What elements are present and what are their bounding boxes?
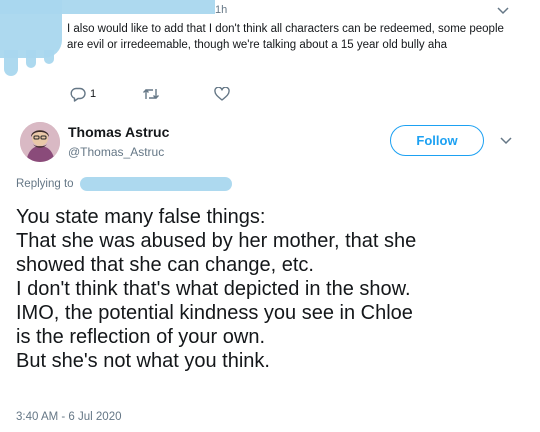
tweet-timestamp[interactable]: 3:40 AM - 6 Jul 2020 xyxy=(16,411,121,423)
author-handle[interactable]: @Thomas_Astruc xyxy=(68,145,164,159)
redaction-mark xyxy=(4,50,18,76)
retweet-button[interactable] xyxy=(142,87,160,101)
redaction-mark xyxy=(80,177,232,191)
tweet-line: But she's not what you think. xyxy=(16,350,270,372)
replying-to-label: Replying to xyxy=(16,178,74,190)
parent-tweet-text: I also would like to add that I don't th… xyxy=(67,23,504,51)
tweet-line: That she was abused by her mother, that … xyxy=(16,230,417,252)
chevron-down-icon[interactable] xyxy=(500,134,512,148)
redaction-mark xyxy=(44,50,54,64)
tweet-line: I don't think that's what depicted in th… xyxy=(16,278,411,300)
parent-tweet-time[interactable]: 1h xyxy=(215,4,227,16)
reply-icon xyxy=(70,87,86,102)
tweet-line: IMO, the potential kindness you see in C… xyxy=(16,302,413,324)
redaction-mark xyxy=(26,50,36,68)
follow-button[interactable]: Follow xyxy=(390,125,484,156)
retweet-icon xyxy=(142,87,160,101)
like-button[interactable] xyxy=(214,87,230,101)
author-name[interactable]: Thomas Astruc xyxy=(68,124,169,140)
chevron-down-icon[interactable] xyxy=(497,4,509,18)
heart-icon xyxy=(214,87,230,101)
reply-count: 1 xyxy=(90,88,97,100)
reply-button[interactable]: 1 xyxy=(70,87,96,102)
tweet-line: is the reflection of your own. xyxy=(16,326,266,348)
tweet-text: You state many false things: That she wa… xyxy=(16,205,536,373)
redaction-mark xyxy=(0,0,215,14)
tweet-line: You state many false things: xyxy=(16,206,266,228)
tweet-line: showed that she can change, etc. xyxy=(16,254,314,276)
avatar[interactable] xyxy=(20,122,60,162)
